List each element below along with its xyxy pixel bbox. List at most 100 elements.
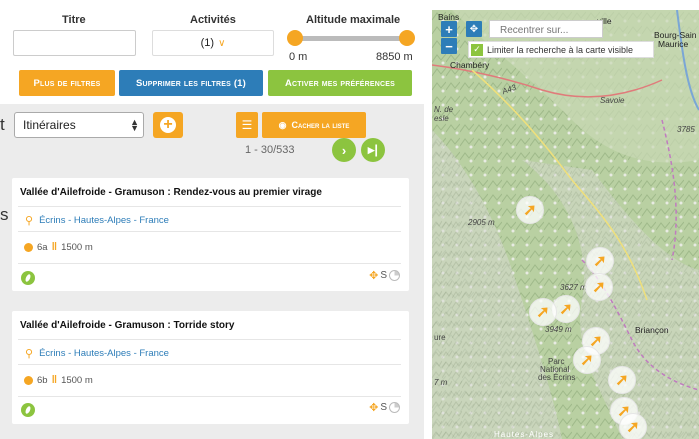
clear-filters-button[interactable]: Supprimer les filtres (1) — [119, 70, 263, 96]
quality-icon — [389, 270, 400, 281]
result-card[interactable]: Vallée d'Ailefroide - Gramuson : Rendez-… — [12, 178, 409, 291]
map-label: Hautes-Alpes — [494, 430, 555, 439]
grade-value: 6a — [37, 241, 48, 253]
activate-preferences-button[interactable]: Activer mes préférences — [268, 70, 412, 96]
pagination-count: 1 - 30/533 — [245, 144, 295, 156]
altitude-label: Altitude maximale — [306, 14, 401, 26]
extra-label: S — [380, 270, 387, 281]
activity-icon — [21, 403, 35, 417]
route-marker[interactable]: ➚ — [516, 196, 544, 224]
list-view-button[interactable]: ☰ — [236, 112, 258, 138]
select-arrows-icon: ▲ ▼ — [130, 117, 139, 133]
result-card[interactable]: Vallée d'Ailefroide - Gramuson : Torride… — [12, 311, 409, 424]
result-location[interactable]: ⚲ Écrins - Hautes-Alpes - France — [25, 347, 169, 360]
result-title[interactable]: Vallée d'Ailefroide - Gramuson : Rendez-… — [20, 187, 322, 198]
height-icon: ‖ — [51, 241, 58, 253]
document-type-select[interactable]: Itinéraires ▲ ▼ — [14, 112, 144, 138]
map-label: 3627 m — [560, 283, 587, 292]
route-marker[interactable]: ➚ — [608, 366, 636, 394]
limit-to-map-checkbox[interactable]: ✓ Limiter la recherche à la carte visibl… — [468, 41, 654, 58]
titre-label: Titre — [62, 14, 86, 26]
minus-icon: − — [445, 38, 453, 54]
chevron-right-icon: › — [341, 142, 347, 158]
divider — [18, 364, 401, 365]
app-root: Titre Activités (1) ∨ Altitude maximale … — [0, 0, 699, 439]
divider — [18, 206, 401, 207]
location-text: Écrins - Hautes-Alpes - France — [39, 348, 169, 359]
crosshair-icon: ✥ — [469, 23, 479, 35]
divider — [18, 396, 401, 397]
altitude-slider-max-handle[interactable] — [399, 30, 415, 46]
map[interactable]: Bains ville Bourg-Sain Maurice Chambéry … — [432, 10, 699, 439]
plus-icon: + — [160, 117, 176, 133]
result-extra-icons: ✥ S — [369, 401, 400, 414]
altitude-max-value: 8850 m — [376, 51, 413, 63]
altitude-min-value: 0 m — [289, 51, 308, 63]
map-label: Briançon — [635, 325, 669, 335]
expand-icon: ✥ — [369, 402, 379, 414]
zoom-out-button[interactable]: − — [441, 38, 457, 54]
map-label: N. de — [434, 105, 454, 114]
height-value: 1500 m — [61, 241, 93, 253]
hide-list-label: Cacher la liste — [291, 120, 350, 130]
more-filters-button[interactable]: Plus de filtres — [19, 70, 115, 96]
route-marker[interactable]: ➚ — [586, 247, 614, 275]
map-label: 3785 — [677, 125, 695, 134]
geolocate-button[interactable]: ✥ — [466, 21, 482, 37]
hide-list-button[interactable]: ◉ Cacher la liste — [262, 112, 366, 138]
location-pin-icon: ⚲ — [25, 348, 34, 360]
location-pin-icon: ⚲ — [25, 215, 34, 227]
map-label: 7 m — [434, 378, 448, 387]
next-page-button[interactable]: › — [332, 138, 356, 162]
result-extra-icons: ✥ S — [369, 269, 400, 282]
map-label: Maurice — [658, 39, 689, 49]
search-panel: Titre Activités (1) ∨ Altitude maximale … — [0, 0, 424, 439]
result-location[interactable]: ⚲ Écrins - Hautes-Alpes - France — [25, 214, 169, 227]
quality-icon — [389, 402, 400, 413]
activity-icon — [21, 271, 35, 285]
clipped-text: t — [0, 115, 5, 134]
map-label: Savoie — [600, 96, 625, 105]
chevron-down-icon: ∨ — [218, 37, 226, 49]
activites-label: Activités — [190, 14, 236, 26]
document-type-value: Itinéraires — [23, 118, 76, 132]
map-label: esle — [434, 114, 449, 123]
result-title[interactable]: Vallée d'Ailefroide - Gramuson : Torride… — [20, 320, 234, 331]
list-icon: ☰ — [241, 118, 253, 132]
height-icon: ‖ — [51, 374, 58, 386]
altitude-slider-track[interactable] — [294, 36, 405, 41]
divider — [18, 263, 401, 264]
route-marker[interactable]: ➚ — [585, 273, 613, 301]
result-stats: 6a ‖ 1500 m — [24, 241, 93, 253]
route-marker[interactable]: ➚ — [573, 346, 601, 374]
grade-icon — [24, 375, 33, 385]
map-label: Chambéry — [450, 60, 490, 70]
activites-value: (1) — [200, 37, 215, 49]
route-marker[interactable]: ➚ — [619, 413, 647, 439]
map-label: ure — [434, 333, 446, 342]
recenter-search-input[interactable] — [489, 20, 603, 38]
activites-select[interactable]: (1) ∨ — [152, 30, 274, 56]
map-label: 2905 m — [468, 218, 495, 227]
clipped-text: s — [0, 205, 9, 224]
limit-to-map-label: Limiter la recherche à la carte visible — [487, 44, 634, 55]
extra-label: S — [380, 402, 387, 413]
expand-icon: ✥ — [369, 270, 379, 282]
grade-value: 6b — [37, 374, 48, 386]
altitude-slider-min-handle[interactable] — [287, 30, 303, 46]
location-text: Écrins - Hautes-Alpes - France — [39, 215, 169, 226]
divider — [18, 231, 401, 232]
map-label: des Écrins — [538, 373, 576, 382]
divider — [18, 339, 401, 340]
route-marker[interactable]: ➚ — [529, 298, 557, 326]
result-stats: 6b ‖ 1500 m — [24, 374, 93, 386]
plus-icon: + — [445, 21, 453, 37]
eye-off-icon: ◉ — [278, 119, 287, 130]
add-button[interactable]: + — [153, 112, 183, 138]
last-page-icon: ▸| — [367, 142, 379, 157]
checkmark-icon: ✓ — [471, 43, 483, 56]
titre-input[interactable] — [13, 30, 136, 56]
last-page-button[interactable]: ▸| — [361, 138, 385, 162]
zoom-in-button[interactable]: + — [441, 21, 457, 37]
height-value: 1500 m — [61, 374, 93, 386]
